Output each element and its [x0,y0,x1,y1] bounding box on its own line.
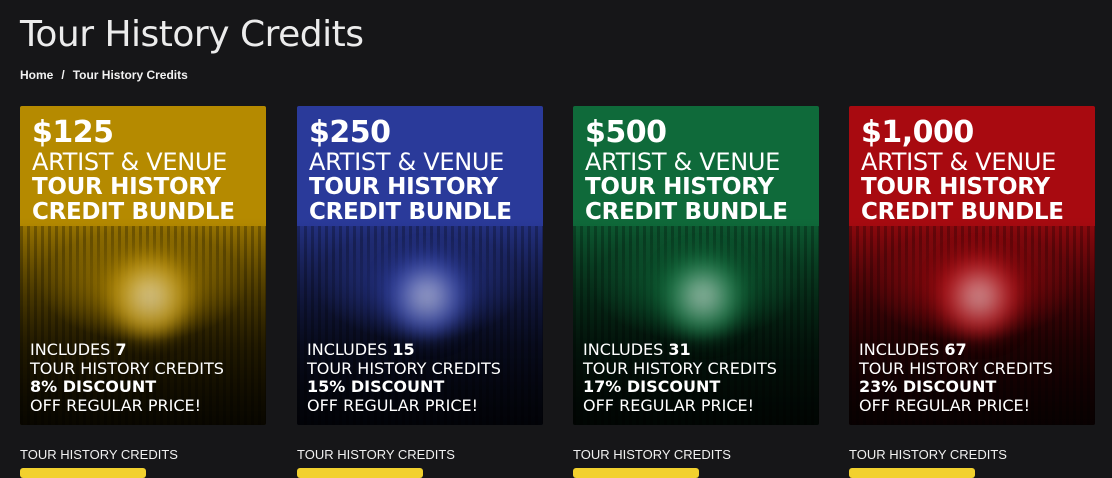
credits-line: TOUR HISTORY CREDITS [30,358,224,378]
credits-line: TOUR HISTORY CREDITS [859,358,1053,378]
regular-price-line: OFF REGULAR PRICE! [859,395,1031,415]
product-card-1000[interactable]: $1,000 ARTIST & VENUE TOUR HISTORY CREDI… [849,106,1095,425]
bundle-subtitle: ARTIST & VENUE [32,148,228,176]
add-to-cart-button[interactable] [297,468,423,478]
bundle-price: $125 [32,115,114,150]
bundle-title-line2: CREDIT BUNDLE [861,199,1064,225]
bundle-title-line1: TOUR HISTORY [861,174,1050,200]
product-card-500[interactable]: $500 ARTIST & VENUE TOUR HISTORY CREDIT … [573,106,819,425]
bundle-subtitle: ARTIST & VENUE [861,148,1057,176]
regular-price-line: OFF REGULAR PRICE! [583,395,755,415]
discount-line: 8% DISCOUNT [30,377,157,397]
includes-prefix: INCLUDES [307,340,388,360]
credits-line: TOUR HISTORY CREDITS [307,358,501,378]
bundle-subtitle: ARTIST & VENUE [585,148,781,176]
product-title-link[interactable]: TOUR HISTORY CREDITS [297,447,455,462]
product-card-125[interactable]: $125 ARTIST & VENUE TOUR HISTORY CREDIT … [20,106,266,425]
stage-light [387,256,467,336]
breadcrumb: Home / Tour History Credits [20,68,188,82]
credits-line: TOUR HISTORY CREDITS [583,358,777,378]
add-to-cart-button[interactable] [20,468,146,478]
bundle-title-line2: CREDIT BUNDLE [585,199,788,225]
bundle-title-line1: TOUR HISTORY [585,174,774,200]
includes-prefix: INCLUDES [859,340,940,360]
includes-count: 31 [668,340,691,360]
includes-count: 67 [944,340,967,360]
product-card-250[interactable]: $250 ARTIST & VENUE TOUR HISTORY CREDIT … [297,106,543,425]
includes-prefix: INCLUDES [30,340,111,360]
discount-line: 17% DISCOUNT [583,377,721,397]
includes-count: 7 [115,340,127,360]
product-title-link[interactable]: TOUR HISTORY CREDITS [573,447,731,462]
bundle-title-line1: TOUR HISTORY [32,174,221,200]
stage-light [110,256,190,336]
bundle-title-line2: CREDIT BUNDLE [309,199,512,225]
add-to-cart-button[interactable] [849,468,975,478]
stage-light [663,256,743,336]
add-to-cart-button[interactable] [573,468,699,478]
regular-price-line: OFF REGULAR PRICE! [30,395,202,415]
stage-light [939,256,1019,336]
breadcrumb-home-link[interactable]: Home [20,68,53,82]
bundle-price: $500 [585,115,667,150]
regular-price-line: OFF REGULAR PRICE! [307,395,479,415]
breadcrumb-separator: / [61,68,65,82]
bundle-price: $250 [309,115,391,150]
discount-line: 23% DISCOUNT [859,377,997,397]
includes-prefix: INCLUDES [583,340,664,360]
bundle-subtitle: ARTIST & VENUE [309,148,505,176]
includes-count: 15 [392,340,415,360]
product-title-link[interactable]: TOUR HISTORY CREDITS [20,447,178,462]
bundle-price: $1,000 [861,115,974,150]
bundle-title-line2: CREDIT BUNDLE [32,199,235,225]
bundle-title-line1: TOUR HISTORY [309,174,498,200]
breadcrumb-current: Tour History Credits [72,68,188,82]
page-title: Tour History Credits [20,14,364,55]
product-title-link[interactable]: TOUR HISTORY CREDITS [849,447,1007,462]
discount-line: 15% DISCOUNT [307,377,445,397]
